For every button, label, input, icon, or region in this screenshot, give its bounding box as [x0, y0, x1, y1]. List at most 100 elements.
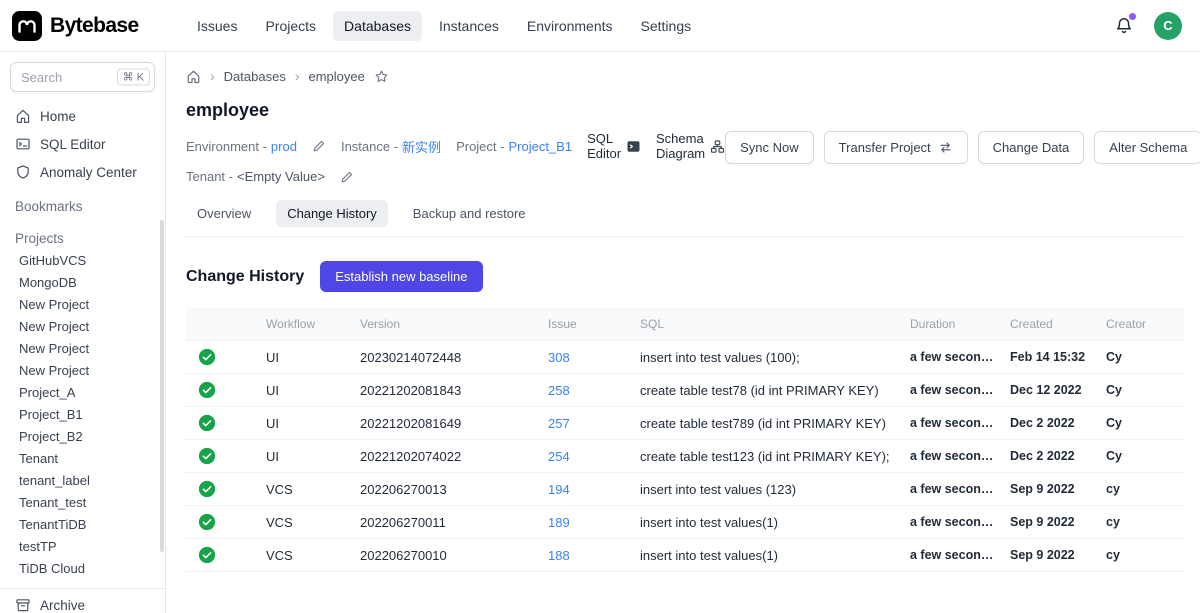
change-data-label: Change Data [993, 140, 1070, 155]
notification-bell-icon[interactable] [1114, 16, 1134, 36]
table-row[interactable]: UI 20221202081649 257 create table test7… [186, 407, 1184, 440]
sidebar-item-home[interactable]: Home [0, 102, 165, 130]
transfer-arrows-icon [938, 140, 953, 155]
favorite-star-icon[interactable] [374, 69, 389, 84]
tab-change-history[interactable]: Change History [276, 200, 388, 227]
sidebar-project-item[interactable]: tenant_label [0, 470, 165, 492]
bytebase-logo-icon [12, 11, 42, 41]
schema-diagram-shortcut[interactable]: Schema Diagram [656, 131, 725, 161]
app-root: Bytebase Issues Projects Databases Insta… [0, 0, 1200, 613]
sidebar-project-item[interactable]: New Project [0, 360, 165, 382]
sidebar-item-archive[interactable]: Archive [0, 588, 165, 613]
change-data-button[interactable]: Change Data [978, 131, 1085, 164]
sidebar-item-sql-editor[interactable]: SQL Editor [0, 130, 165, 158]
col-sql: SQL [632, 308, 902, 341]
sidebar-scrollbar[interactable] [160, 220, 164, 552]
nav-item-projects[interactable]: Projects [254, 11, 327, 41]
cell-sql: create table test789 (id int PRIMARY KEY… [632, 407, 902, 440]
navbar-right: C [1114, 12, 1182, 40]
success-check-icon [198, 381, 216, 399]
projects-section-label[interactable]: Projects [0, 218, 165, 250]
sidebar-project-item[interactable]: Project_B2 [0, 426, 165, 448]
nav-item-issues[interactable]: Issues [186, 11, 248, 41]
instance-link[interactable]: 新实例 [402, 137, 441, 156]
sync-now-label: Sync Now [740, 140, 799, 155]
establish-baseline-button[interactable]: Establish new baseline [320, 261, 482, 292]
issue-link[interactable]: 257 [548, 416, 570, 431]
breadcrumb: Databases employee [186, 64, 1184, 100]
cell-version: 202206270013 [352, 473, 540, 506]
sidebar-project-item[interactable]: Tenant [0, 448, 165, 470]
sidebar-project-item[interactable]: New Project [0, 316, 165, 338]
breadcrumb-item-employee[interactable]: employee [309, 69, 365, 84]
issue-link[interactable]: 189 [548, 515, 570, 530]
alter-schema-button[interactable]: Alter Schema [1094, 131, 1200, 164]
sidebar-project-item[interactable]: Tenant_test [0, 492, 165, 514]
bytebase-brand[interactable]: Bytebase [12, 11, 160, 41]
sidebar-project-item[interactable]: New Project [0, 338, 165, 360]
sidebar-item-anomaly-center[interactable]: Anomaly Center [0, 158, 165, 186]
table-row[interactable]: VCS 202206270010 188 insert into test va… [186, 539, 1184, 572]
body-row: ⌘ K Home SQL Editor Anomaly Center Bookm… [0, 52, 1200, 613]
cell-duration: a few seconds [902, 539, 1002, 572]
cell-workflow: VCS [258, 506, 352, 539]
sidebar-project-item[interactable]: GitHubVCS [0, 250, 165, 272]
issue-link[interactable]: 254 [548, 449, 570, 464]
cell-duration: a few seconds [902, 506, 1002, 539]
edit-tenant-pencil-icon[interactable] [340, 170, 354, 184]
tab-backup-and-restore[interactable]: Backup and restore [402, 200, 537, 227]
issue-link[interactable]: 188 [548, 548, 570, 563]
table-row[interactable]: UI 20221202074022 254 create table test1… [186, 440, 1184, 473]
sidebar-project-item[interactable]: TiDB Cloud [0, 558, 165, 580]
cell-duration: a few seconds [902, 374, 1002, 407]
cell-duration: a few seconds [902, 440, 1002, 473]
table-row[interactable]: UI 20230214072448 308 insert into test v… [186, 341, 1184, 374]
sidebar-project-item[interactable]: MongoDB [0, 272, 165, 294]
edit-environment-pencil-icon[interactable] [312, 139, 326, 153]
issue-link[interactable]: 308 [548, 350, 570, 365]
tab-overview[interactable]: Overview [186, 200, 262, 227]
cell-sql: insert into test values(1) [632, 506, 902, 539]
anomaly-center-icon [15, 164, 31, 180]
instance-meta: Instance - 新实例 [341, 137, 441, 156]
project-link[interactable]: Project_B1 [508, 139, 572, 154]
nav-item-instances[interactable]: Instances [428, 11, 510, 41]
avatar[interactable]: C [1154, 12, 1182, 40]
change-history-table: Workflow Version Issue SQL Duration Crea… [186, 308, 1184, 572]
cell-duration: a few seconds [902, 341, 1002, 374]
sync-now-button[interactable]: Sync Now [725, 131, 814, 164]
cell-workflow: UI [258, 407, 352, 440]
sidebar-project-item[interactable]: testTP [0, 536, 165, 558]
cell-sql: insert into test values (100); [632, 341, 902, 374]
breadcrumb-item-databases[interactable]: Databases [224, 69, 286, 84]
sidebar-item-label: Anomaly Center [40, 165, 137, 180]
cell-version: 20221202081843 [352, 374, 540, 407]
breadcrumb-home-icon[interactable] [186, 69, 201, 84]
table-row[interactable]: UI 20221202081843 258 create table test7… [186, 374, 1184, 407]
nav-item-databases[interactable]: Databases [333, 11, 422, 41]
table-row[interactable]: VCS 202206270013 194 insert into test va… [186, 473, 1184, 506]
col-version: Version [352, 308, 540, 341]
transfer-project-label: Transfer Project [839, 140, 931, 155]
issue-link[interactable]: 258 [548, 383, 570, 398]
transfer-project-button[interactable]: Transfer Project [824, 131, 968, 164]
sidebar-item-label: Home [40, 109, 76, 124]
table-row[interactable]: VCS 202206270011 189 insert into test va… [186, 506, 1184, 539]
sidebar-project-item[interactable]: TenantTiDB [0, 514, 165, 536]
success-check-icon [198, 513, 216, 531]
cell-created: Dec 2 2022 [1002, 440, 1098, 473]
environment-link[interactable]: prod [271, 139, 297, 154]
sidebar-project-item[interactable]: New Project [0, 294, 165, 316]
sidebar-project-item[interactable]: Project_B1 [0, 404, 165, 426]
issue-link[interactable]: 194 [548, 482, 570, 497]
meta-line-1: Environment - prod Instance - 新实例 Projec… [186, 131, 725, 161]
cell-workflow: VCS [258, 539, 352, 572]
bookmarks-section-label[interactable]: Bookmarks [0, 186, 165, 218]
nav-item-settings[interactable]: Settings [630, 11, 703, 41]
nav-item-environments[interactable]: Environments [516, 11, 624, 41]
sidebar: ⌘ K Home SQL Editor Anomaly Center Bookm… [0, 52, 166, 613]
success-check-icon [198, 414, 216, 432]
sidebar-project-item[interactable]: Project_A [0, 382, 165, 404]
sql-editor-shortcut[interactable]: SQL Editor [587, 131, 641, 161]
cell-creator: Cy [1098, 374, 1184, 407]
